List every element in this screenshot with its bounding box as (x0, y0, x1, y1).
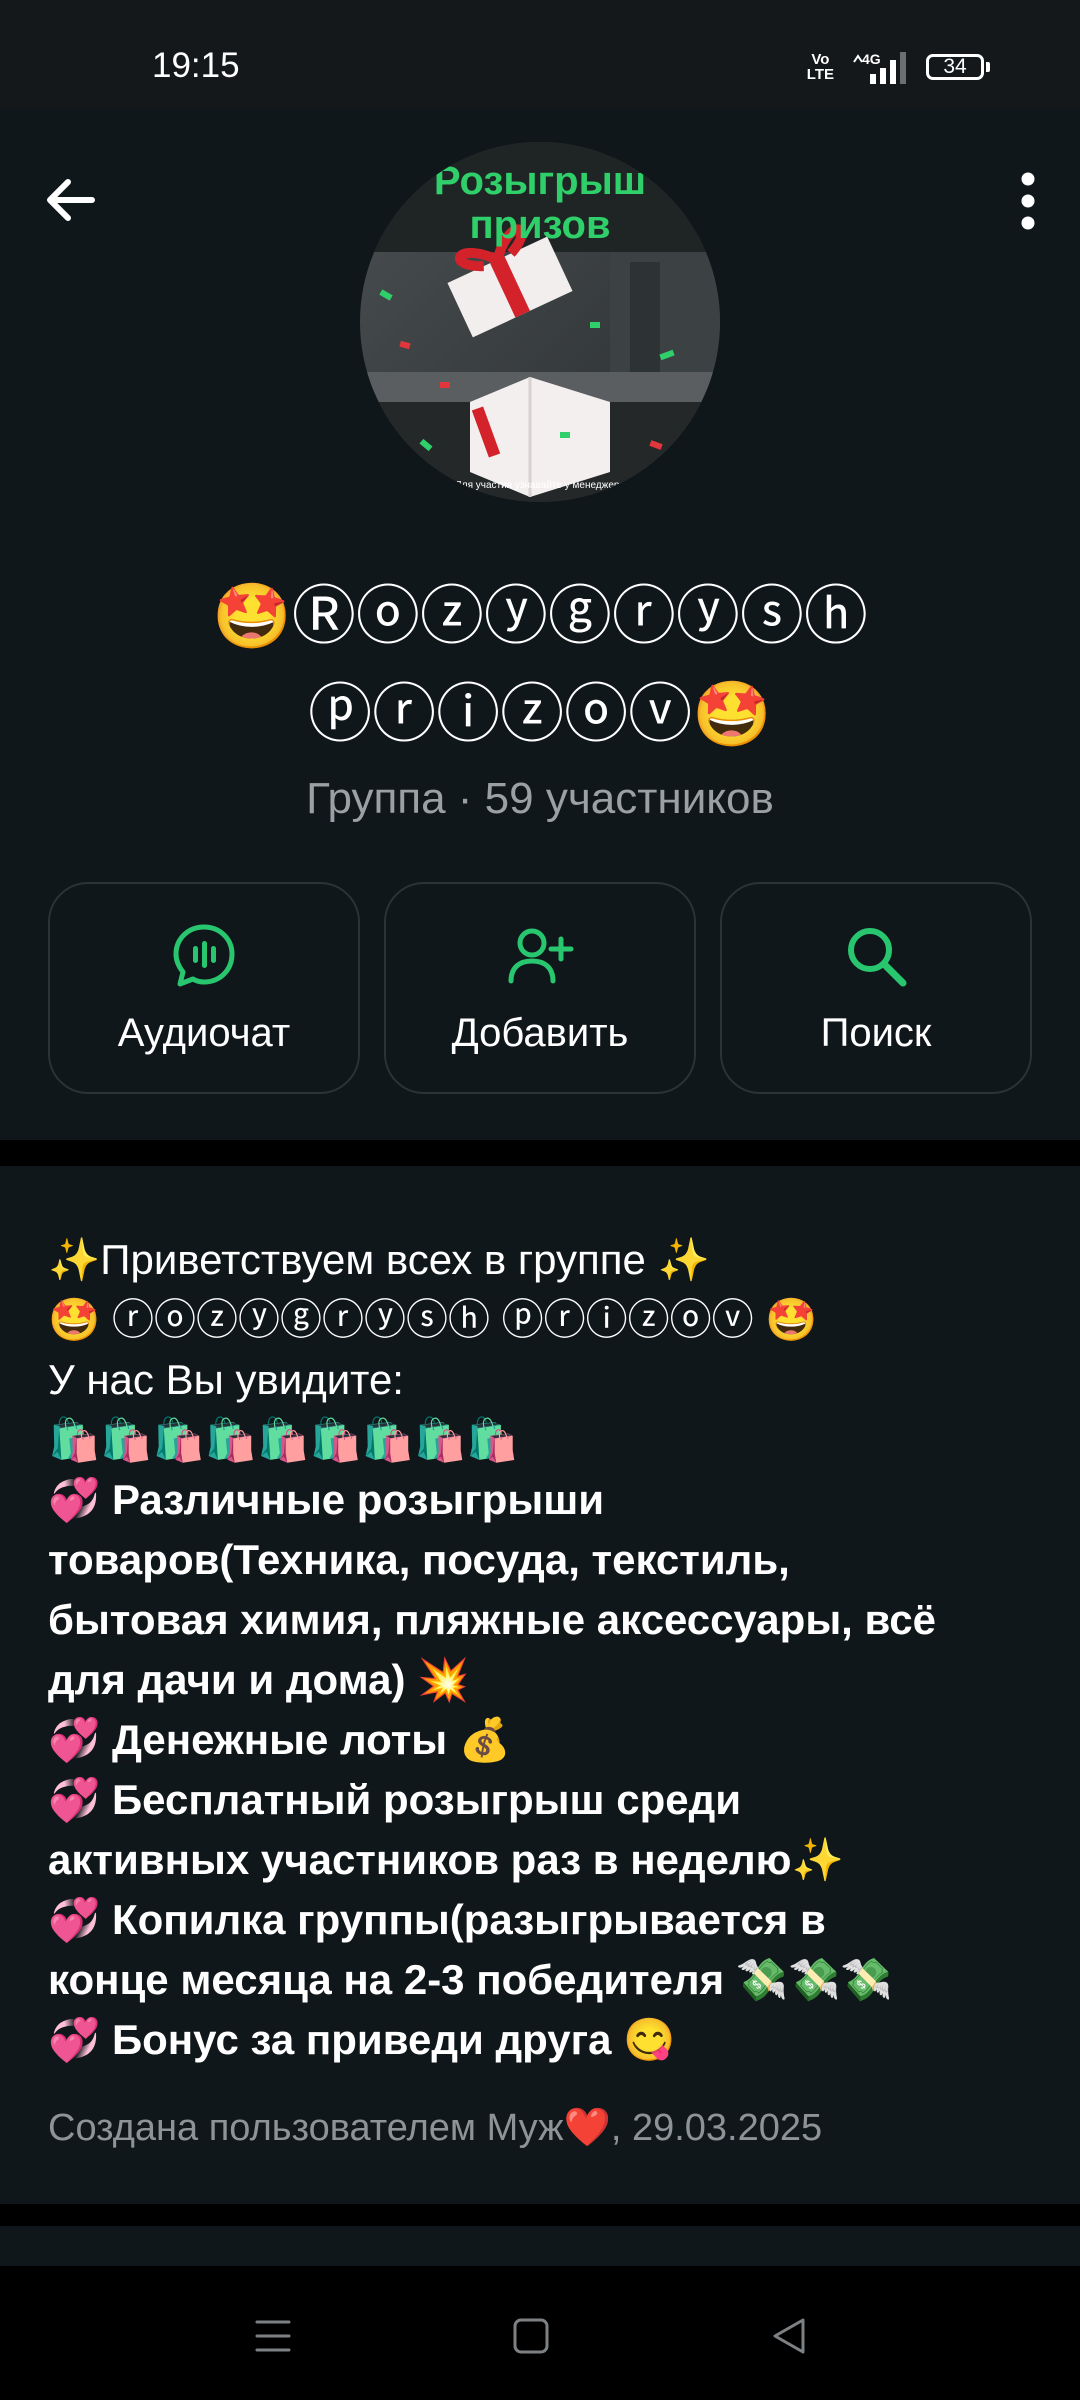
description-text: ✨Приветствуем всех в группе ✨ 🤩 ⓡⓞⓩⓨⓖⓡⓨⓢ… (48, 1230, 1038, 2070)
search-label: Поиск (820, 1010, 932, 1055)
status-time: 19:15 (152, 46, 240, 85)
group-header: Розыгрыш призов Для участия узнавайте у … (0, 108, 1080, 1140)
description-line: активных участников раз в неделю✨ (48, 1836, 844, 1883)
description-line: ✨Приветствуем всех в группе ✨ (48, 1236, 710, 1283)
more-menu-icon[interactable] (996, 166, 1060, 236)
description-line: 🤩 ⓡⓞⓩⓨⓖⓡⓨⓢⓗ ⓟⓡⓘⓩⓞⓥ 🤩 (48, 1296, 818, 1343)
svg-text:4G: 4G (862, 51, 881, 67)
description-line: 🛍️🛍️🛍️🛍️🛍️🛍️🛍️🛍️🛍️ (48, 1416, 519, 1463)
audiochat-label: Аудиочат (117, 1010, 291, 1055)
home-square-icon[interactable] (501, 2306, 561, 2366)
description-line: 💞 Различные розыгрыши (48, 1476, 605, 1523)
add-member-button[interactable]: Добавить (384, 882, 696, 1094)
signal-4g-icon: 4G (853, 51, 906, 84)
description-line: 💞 Денежные лоты 💰 (48, 1716, 512, 1763)
system-nav-bar (0, 2266, 1080, 2400)
search-button[interactable]: Поиск (720, 882, 1032, 1094)
action-buttons: Аудиочат Добавить Поиск (48, 882, 1032, 1094)
battery-level: 34 (943, 55, 967, 78)
svg-text:Розыгрыш: Розыгрыш (434, 159, 646, 203)
description-line: 💞 Бонус за приведи друга 😋 (48, 2016, 676, 2063)
audiochat-icon (173, 924, 235, 986)
description-line: бытовая химия, пляжные аксессуары, всё (48, 1596, 937, 1643)
description-line: товаров(Техника, посуда, текстиль, (48, 1536, 790, 1583)
svg-text:Для участия узнавайте у менедж: Для участия узнавайте у менеджера (455, 480, 625, 491)
created-by: Создана пользователем Муж❤️, 29.03.2025 (48, 2107, 823, 2149)
add-user-icon (508, 928, 574, 983)
description-line: конце месяца на 2-3 победителя 💸💸💸 (48, 1956, 893, 2003)
search-icon (848, 927, 907, 986)
description-line: для дачи и дома) 💥 (48, 1656, 470, 1703)
battery-icon: 34 (926, 54, 984, 80)
group-title-line1: 🤩Ⓡⓞⓩⓨⓖⓡⓨⓢⓗ (212, 580, 868, 654)
add-member-label: Добавить (451, 1010, 629, 1055)
group-avatar[interactable]: Розыгрыш призов Для участия узнавайте у … (360, 142, 720, 502)
group-description: ✨Приветствуем всех в группе ✨ 🤩 ⓡⓞⓩⓨⓖⓡⓨⓢ… (0, 1166, 1080, 2204)
description-line: 💞 Бесплатный розыгрыш среди (48, 1776, 742, 1823)
audiochat-button[interactable]: Аудиочат (48, 882, 360, 1094)
description-line: 💞 Копилка группы(разыгрывается в (48, 1896, 826, 1943)
status-icons: Vo LTE 4G 34 (807, 50, 990, 84)
recents-menu-icon[interactable] (243, 2306, 303, 2366)
group-members-count: Группа · 59 участников (306, 774, 774, 823)
group-title-line2: ⓟⓡⓘⓩⓞⓥ🤩 (308, 678, 772, 752)
volte-icon: Vo LTE (806, 51, 834, 83)
group-title: 🤩Ⓡⓞⓩⓨⓖⓡⓨⓢⓗ ⓟⓡⓘⓩⓞⓥ🤩 (0, 568, 1080, 764)
back-triangle-icon[interactable] (759, 2306, 819, 2366)
back-arrow-icon[interactable] (40, 168, 104, 232)
description-line: У нас Вы увидите: (48, 1356, 404, 1403)
svg-text:призов: призов (469, 203, 610, 247)
next-section-edge (0, 2226, 1080, 2266)
status-bar: 19:15 Vo LTE 4G 34 (0, 0, 1080, 108)
